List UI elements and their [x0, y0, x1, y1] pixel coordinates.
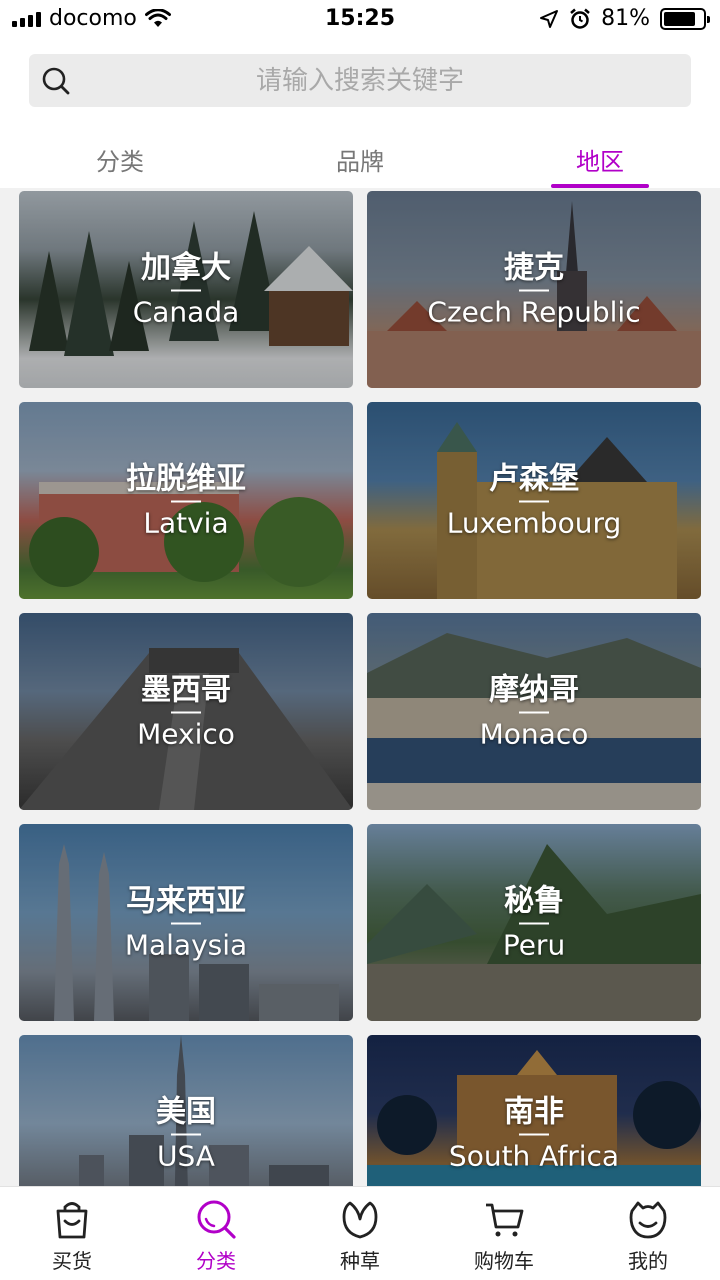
region-label: 南非 South Africa [367, 1094, 701, 1173]
region-card-usa[interactable]: 美国 USA [19, 1035, 353, 1186]
region-name-cn: 拉脱维亚 [126, 461, 246, 496]
region-name-en: South Africa [448, 1139, 620, 1172]
label-divider [519, 922, 549, 924]
region-card-canada[interactable]: 加拿大 Canada [19, 191, 353, 388]
tab-category[interactable]: 分类 [0, 122, 240, 188]
nav-label: 购物车 [474, 1249, 534, 1273]
cart-icon [486, 1203, 524, 1237]
alarm-icon [570, 8, 590, 29]
region-name-en: Monaco [479, 717, 589, 750]
tab-label: 分类 [96, 148, 144, 176]
region-name-en: Canada [132, 295, 240, 328]
status-bar: docomo 15:25 81% [0, 0, 720, 40]
search-icon [197, 1200, 236, 1239]
nav-cart[interactable]: 购物车 [432, 1187, 576, 1280]
region-label: 美国 USA [19, 1094, 353, 1173]
shopping-bag-icon [56, 1202, 88, 1239]
label-divider [519, 711, 549, 713]
region-name-cn: 墨西哥 [141, 672, 231, 707]
search-icon [42, 67, 70, 95]
label-divider [171, 922, 201, 924]
region-card-latvia[interactable]: 拉脱维亚 Latvia [19, 402, 353, 599]
region-card-monaco[interactable]: 摩纳哥 Monaco [367, 613, 701, 810]
region-label: 拉脱维亚 Latvia [19, 461, 353, 540]
label-divider [519, 289, 549, 291]
tab-region[interactable]: 地区 [480, 122, 720, 188]
nav-label: 买货 [52, 1249, 92, 1273]
battery-icon [660, 7, 710, 30]
label-divider [171, 500, 201, 502]
region-label: 马来西亚 Malaysia [19, 883, 353, 962]
region-label: 墨西哥 Mexico [19, 672, 353, 751]
region-name-cn: 秘鲁 [504, 883, 564, 918]
region-name-en: Malaysia [124, 928, 248, 961]
region-card-south-africa[interactable]: 南非 South Africa [367, 1035, 701, 1186]
profile-face-icon [629, 1201, 667, 1239]
region-name-en: Czech Republic [427, 295, 641, 328]
location-arrow-icon [540, 9, 559, 28]
region-name-en: USA [157, 1139, 215, 1172]
region-grid-area: 加拿大 Canada 捷克 Czech Republic 拉脱维亚 Latvia… [0, 188, 720, 1186]
battery-fill [664, 11, 695, 26]
battery-percent: 81% [601, 6, 650, 31]
region-name-cn: 美国 [156, 1094, 216, 1129]
label-divider [171, 289, 201, 291]
sprout-icon [342, 1201, 378, 1239]
nav-label: 我的 [628, 1249, 668, 1273]
region-name-cn: 捷克 [504, 250, 564, 285]
nav-label: 分类 [196, 1249, 236, 1273]
region-name-cn: 马来西亚 [126, 883, 246, 918]
nav-category[interactable]: 分类 [144, 1187, 288, 1280]
tab-label: 品牌 [336, 148, 384, 176]
region-label: 捷克 Czech Republic [367, 250, 701, 329]
region-label: 摩纳哥 Monaco [367, 672, 701, 751]
region-card-luxembourg[interactable]: 卢森堡 Luxembourg [367, 402, 701, 599]
label-divider [519, 500, 549, 502]
search-bar[interactable] [29, 54, 691, 107]
region-label: 加拿大 Canada [19, 250, 353, 329]
region-card-malaysia[interactable]: 马来西亚 Malaysia [19, 824, 353, 1021]
label-divider [171, 711, 201, 713]
nav-profile[interactable]: 我的 [576, 1187, 720, 1280]
region-name-cn: 加拿大 [141, 250, 231, 285]
tab-brand[interactable]: 品牌 [240, 122, 480, 188]
label-divider [171, 1133, 201, 1135]
bottom-nav: 买货 分类 种草 购物车 我的 [0, 1186, 720, 1280]
nav-buy[interactable]: 买货 [0, 1187, 144, 1280]
region-card-czech-republic[interactable]: 捷克 Czech Republic [367, 191, 701, 388]
region-card-mexico[interactable]: 墨西哥 Mexico [19, 613, 353, 810]
region-name-en: Mexico [137, 717, 235, 750]
region-label: 卢森堡 Luxembourg [367, 461, 701, 540]
region-grid: 加拿大 Canada 捷克 Czech Republic 拉脱维亚 Latvia… [19, 191, 701, 1186]
nav-label: 种草 [340, 1249, 380, 1273]
region-name-cn: 南非 [504, 1094, 564, 1129]
tab-label: 地区 [576, 148, 624, 176]
region-name-en: Luxembourg [446, 506, 622, 539]
region-name-cn: 摩纳哥 [489, 672, 579, 707]
region-label: 秘鲁 Peru [367, 883, 701, 962]
region-name-en: Latvia [143, 506, 229, 539]
status-right: 81% [539, 6, 710, 31]
label-divider [519, 1133, 549, 1135]
region-card-peru[interactable]: 秘鲁 Peru [367, 824, 701, 1021]
search-input[interactable] [29, 54, 691, 107]
nav-sprout[interactable]: 种草 [288, 1187, 432, 1280]
region-name-cn: 卢森堡 [489, 461, 579, 496]
region-name-en: Peru [502, 928, 566, 961]
category-tabs: 分类 品牌 地区 [0, 122, 720, 188]
